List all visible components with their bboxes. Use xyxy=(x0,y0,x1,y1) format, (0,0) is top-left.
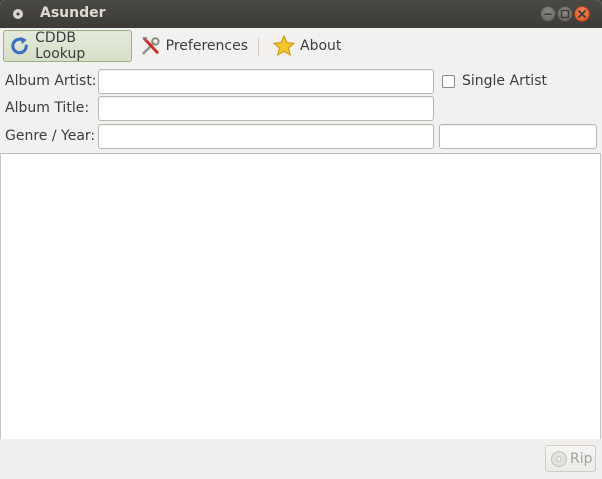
cddb-lookup-label: CDDB Lookup xyxy=(35,30,86,62)
preferences-label: Preferences xyxy=(165,38,248,54)
album-title-input[interactable] xyxy=(98,96,434,121)
genre-input[interactable] xyxy=(98,124,434,149)
genre-year-label: Genre / Year: xyxy=(5,128,96,144)
about-label: About xyxy=(300,38,342,54)
tools-icon xyxy=(142,37,160,55)
about-button[interactable]: About xyxy=(268,30,346,62)
single-artist-checkbox[interactable] xyxy=(442,75,455,88)
minimize-button[interactable] xyxy=(540,6,556,22)
close-button[interactable] xyxy=(574,6,590,22)
cddb-lookup-button[interactable]: CDDB Lookup xyxy=(3,30,132,62)
refresh-icon xyxy=(11,36,28,55)
asunder-window: Asunder CDDB Lookup Preferences About Al… xyxy=(0,0,602,479)
maximize-icon xyxy=(560,9,570,19)
title-bar[interactable]: Asunder xyxy=(0,0,602,28)
rip-label: Rip xyxy=(570,450,593,467)
close-icon xyxy=(578,10,586,18)
cd-app-icon xyxy=(12,8,24,20)
window-title: Asunder xyxy=(40,5,106,21)
bottom-bar xyxy=(0,439,602,479)
single-artist-label[interactable]: Single Artist xyxy=(462,73,547,89)
album-title-label: Album Title: xyxy=(5,100,90,116)
cd-rip-icon xyxy=(551,450,567,467)
track-list[interactable] xyxy=(0,153,601,439)
toolbar-separator xyxy=(258,38,259,56)
album-artist-label: Album Artist: xyxy=(5,73,97,89)
toolbar: CDDB Lookup Preferences About xyxy=(0,28,602,66)
star-icon xyxy=(272,34,296,57)
rip-button[interactable]: Rip xyxy=(545,445,596,472)
maximize-button[interactable] xyxy=(557,6,573,22)
year-input[interactable] xyxy=(439,124,597,149)
minimize-icon xyxy=(544,13,552,15)
preferences-button[interactable]: Preferences xyxy=(136,30,252,62)
album-artist-input[interactable] xyxy=(98,69,434,94)
